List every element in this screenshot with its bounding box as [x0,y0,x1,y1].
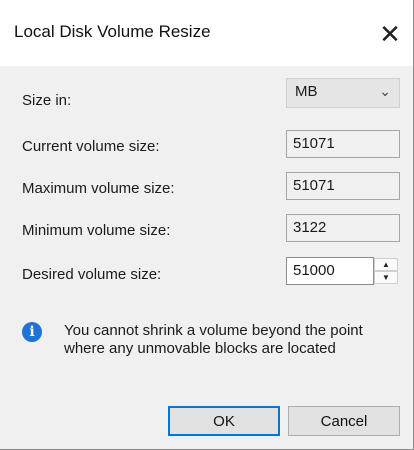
info-icon: i [22,322,42,342]
maximum-size-field: 51071 [286,172,400,200]
desired-size-input[interactable]: 51000 [286,257,374,285]
minimum-size-field: 3122 [286,214,400,242]
chevron-down-icon: ⌄ [379,83,391,99]
info-text: You cannot shrink a volume beyond the po… [64,322,363,357]
title-bar: Local Disk Volume Resize ✕ [0,0,413,66]
ok-button[interactable]: OK [168,406,280,436]
desired-size-label: Desired volume size: [22,266,162,283]
spin-up-icon[interactable]: ▲ [374,258,398,271]
current-size-field: 51071 [286,130,400,158]
desired-size-stepper[interactable]: ▲ ▼ [374,258,398,284]
dialog-title: Local Disk Volume Resize [14,22,211,41]
cancel-button[interactable]: Cancel [288,406,400,436]
minimum-size-label: Minimum volume size: [22,222,171,239]
close-button[interactable]: ✕ [367,14,413,54]
maximum-size-label: Maximum volume size: [22,180,175,197]
size-unit-select[interactable]: MB ⌄ [286,78,400,108]
dialog-body: Size in: MB ⌄ Current volume size: 51071… [0,66,413,449]
resize-dialog: Local Disk Volume Resize ✕ Size in: MB ⌄… [0,0,414,450]
spin-down-icon[interactable]: ▼ [374,271,398,284]
size-in-label: Size in: [22,92,72,109]
current-size-label: Current volume size: [22,138,160,155]
close-icon: ✕ [379,18,401,49]
size-unit-value: MB [295,83,318,100]
